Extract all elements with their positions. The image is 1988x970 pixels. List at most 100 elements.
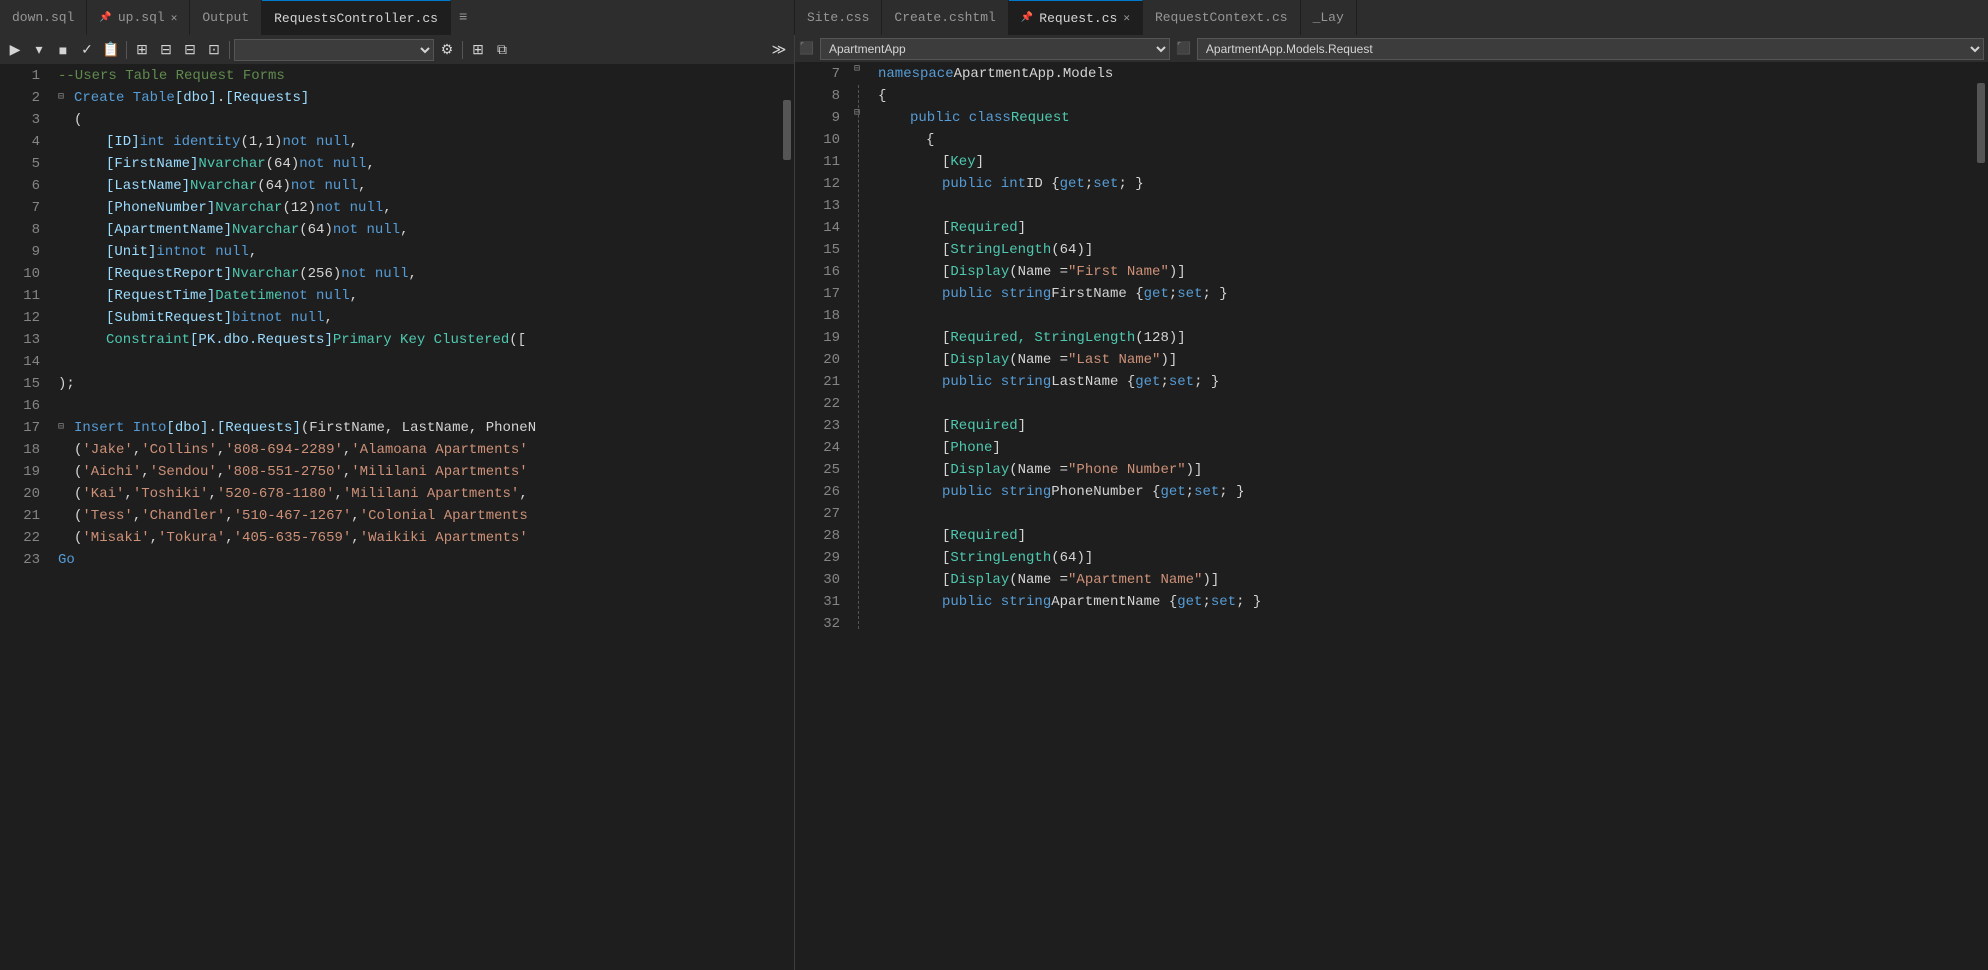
tab-up-sql[interactable]: 📌 up.sql ✕ <box>87 0 190 35</box>
close-request-cs[interactable]: ✕ <box>1123 11 1130 25</box>
pin-icon: 📌 <box>99 12 111 24</box>
rcode-line-27 <box>878 503 1974 525</box>
left-code-content[interactable]: --Users Table Request Forms ⊟ Create Tab… <box>50 65 780 970</box>
code-line-3: ( <box>58 109 780 131</box>
rcode-line-26: public string PhoneNumber { get ; set ; … <box>878 481 1974 503</box>
code-line-19: ( 'Aichi' , 'Sendou' , '808-551-2750' , … <box>58 461 780 483</box>
left-line-numbers: 1 2 3 4 5 6 7 8 9 10 11 12 13 14 15 16 1 <box>0 65 50 970</box>
results-button[interactable]: ⊞ <box>131 39 153 61</box>
rcode-line-13 <box>878 195 1974 217</box>
code-line-21: ( 'Tess' , 'Chandler' , '510-467-1267' ,… <box>58 505 780 527</box>
right-scrollbar[interactable] <box>1974 63 1988 970</box>
right-code-content[interactable]: namespace ApartmentApp.Models { public c… <box>870 63 1974 970</box>
code-line-15: ); <box>58 373 780 395</box>
close-up-sql[interactable]: ✕ <box>171 11 178 25</box>
collapse-class[interactable]: ⊟ <box>854 107 860 129</box>
sep2 <box>229 41 230 59</box>
code-line-8: [ApartmentName] Nvarchar (64) not null , <box>58 219 780 241</box>
check-button[interactable]: ✓ <box>76 39 98 61</box>
rcode-line-29: [ StringLength (64)] <box>878 547 1974 569</box>
apartment-icon: ⬛ <box>799 41 814 56</box>
rcode-line-9: public class Request <box>878 107 1974 129</box>
sep1 <box>126 41 127 59</box>
collapse-namespace[interactable]: ⊟ <box>854 63 860 85</box>
stop-button[interactable]: ■ <box>52 39 74 61</box>
db-dropdown[interactable] <box>234 39 434 61</box>
grid-button[interactable]: ⊞ <box>467 39 489 61</box>
code-line-13: Constraint [PK.dbo.Requests] Primary Key… <box>58 329 780 351</box>
left-toolbar: ▶ ▾ ■ ✓ 📋 ⊞ ⊟ ⊟ ⊡ ⚙ ⊞ ⧉ ≫ <box>0 35 794 65</box>
rcode-line-18 <box>878 305 1974 327</box>
member-icon: ⬛ <box>1176 41 1191 56</box>
code-line-14 <box>58 351 780 373</box>
rcode-line-28: [ Required ] <box>878 525 1974 547</box>
rcode-line-32 <box>878 613 1974 635</box>
code-line-23: Go <box>58 549 780 571</box>
member-dropdown[interactable]: ApartmentApp.Models.Request <box>1197 38 1984 60</box>
rcode-line-31: public string ApartmentName { get ; set … <box>878 591 1974 613</box>
code-line-7: [PhoneNumber] Nvarchar (12) not null , <box>58 197 780 219</box>
code-line-1: --Users Table Request Forms <box>58 65 780 87</box>
code-line-22: ( 'Misaki' , 'Tokura' , '405-635-7659' ,… <box>58 527 780 549</box>
rcode-line-17: public string FirstName { get ; set ; } <box>878 283 1974 305</box>
namespace-dropdown[interactable]: ApartmentApp <box>820 38 1170 60</box>
rcode-line-23: [ Required ] <box>878 415 1974 437</box>
left-scrollbar-thumb[interactable] <box>783 100 791 160</box>
rcode-line-11: [ Key ] <box>878 151 1974 173</box>
refresh-button[interactable]: ⚙ <box>436 39 458 61</box>
right-dropdown-bar: ⬛ ApartmentApp ⬛ ApartmentApp.Models.Req… <box>795 35 1988 63</box>
rcode-line-14: [ Required ] <box>878 217 1974 239</box>
tab-request-cs[interactable]: 📌 Request.cs ✕ <box>1009 0 1143 35</box>
tab-overflow-left[interactable]: ≡ <box>451 10 475 26</box>
right-scrollbar-thumb[interactable] <box>1977 83 1985 163</box>
overflow-btn[interactable]: ≫ <box>768 39 790 61</box>
tab-site-css[interactable]: Site.css <box>795 0 882 35</box>
code-line-16 <box>58 395 780 417</box>
rcode-line-19: [ Required, StringLength (128)] <box>878 327 1974 349</box>
rcode-line-24: [ Phone ] <box>878 437 1974 459</box>
rcode-line-20: [ Display (Name = "Last Name" )] <box>878 349 1974 371</box>
code-line-6: [LastName] Nvarchar (64) not null , <box>58 175 780 197</box>
rcode-line-30: [ Display (Name = "Apartment Name" )] <box>878 569 1974 591</box>
tab-create-cshtml[interactable]: Create.cshtml <box>882 0 1008 35</box>
right-code-area: 7 8 9 10 11 12 13 14 15 16 17 18 19 20 2… <box>795 63 1988 970</box>
tab-lay[interactable]: _Lay <box>1301 0 1357 35</box>
class-line <box>858 129 859 629</box>
code-line-5: [FirstName] Nvarchar (64) not null , <box>58 153 780 175</box>
rcode-line-16: [ Display (Name = "First Name" )] <box>878 261 1974 283</box>
right-line-numbers: 7 8 9 10 11 12 13 14 15 16 17 18 19 20 2… <box>795 63 850 970</box>
code-line-12: [SubmitRequest] bit not null , <box>58 307 780 329</box>
rcode-line-22 <box>878 393 1974 415</box>
code-line-2: ⊟ Create Table [dbo] . [Requests] <box>58 87 780 109</box>
run-button[interactable]: ▶ <box>4 39 26 61</box>
code-line-9: [Unit] int not null , <box>58 241 780 263</box>
rcode-line-21: public string LastName { get ; set ; } <box>878 371 1974 393</box>
code-line-11: [RequestTime] Datetime not null , <box>58 285 780 307</box>
tab-down-sql[interactable]: down.sql <box>0 0 87 35</box>
rcode-line-8: { <box>878 85 1974 107</box>
layout3-button[interactable]: ⊡ <box>203 39 225 61</box>
code-line-4: [ID] int identity (1,1) not null , <box>58 131 780 153</box>
right-gutter: ⊟ ⊟ <box>850 63 870 970</box>
code-line-18: ( 'Jake' , 'Collins' , '808-694-2289' , … <box>58 439 780 461</box>
rcode-line-15: [ StringLength (64)] <box>878 239 1974 261</box>
execute-button[interactable]: 📋 <box>100 39 122 61</box>
left-scrollbar[interactable] <box>780 65 794 970</box>
tab-output[interactable]: Output <box>190 0 262 35</box>
extra-button[interactable]: ⧉ <box>491 39 513 61</box>
tab-requestcontext-cs[interactable]: RequestContext.cs <box>1143 0 1301 35</box>
rcode-line-10: { <box>878 129 1974 151</box>
tab-requests-controller[interactable]: RequestsController.cs <box>262 0 451 35</box>
layout2-button[interactable]: ⊟ <box>179 39 201 61</box>
code-line-10: [RequestReport] Nvarchar (256) not null … <box>58 263 780 285</box>
code-line-17: ⊟ Insert Into [dbo] . [Requests] (FirstN… <box>58 417 780 439</box>
layout-button[interactable]: ⊟ <box>155 39 177 61</box>
code-line-20: ( 'Kai' , 'Toshiki' , '520-678-1180' , '… <box>58 483 780 505</box>
rcode-line-25: [ Display (Name = "Phone Number" )] <box>878 459 1974 481</box>
pin-icon-right: 📌 <box>1021 12 1033 24</box>
collapse-2[interactable]: ⊟ <box>58 87 74 109</box>
collapse-17[interactable]: ⊟ <box>58 417 74 439</box>
rcode-line-7: namespace ApartmentApp.Models <box>878 63 1974 85</box>
run-dropdown[interactable]: ▾ <box>28 39 50 61</box>
rcode-line-12: public int ID { get ; set ; } <box>878 173 1974 195</box>
